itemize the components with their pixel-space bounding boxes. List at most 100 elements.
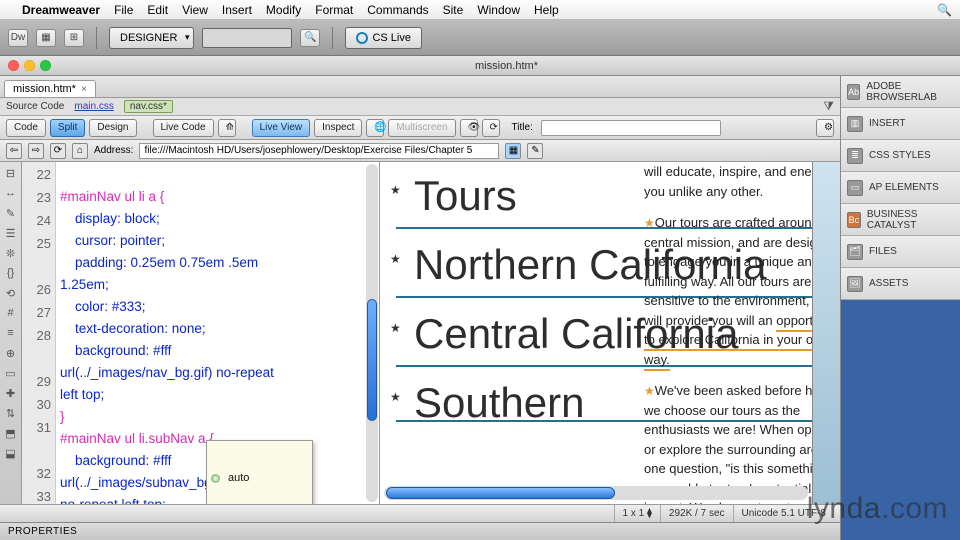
app-name[interactable]: Dreamweaver [22,3,100,17]
page-title-input[interactable] [541,120,721,136]
rail-icon[interactable]: ⟲ [4,286,18,300]
tab-label: mission.htm* [13,83,76,95]
cs-live-icon [356,32,368,44]
inspect-toggle-icon[interactable]: ⟰ [218,119,236,137]
code-vscrollbar[interactable] [366,164,378,502]
panel-ap[interactable]: ▭AP ELEMENTS [841,172,960,204]
rail-icon[interactable]: ✎ [4,206,18,220]
back-icon[interactable]: ⇦ [6,143,22,159]
tab-mission[interactable]: mission.htm* × [4,80,96,97]
panel-files[interactable]: 🗂FILES [841,236,960,268]
app-toolbar: Dw ▦ ⊞ DESIGNER 🔍 CS Live [0,20,960,56]
insert-icon: ▥ [847,116,863,132]
panel-dock: AbADOBE BROWSERLAB ▥INSERT ≣CSS STYLES ▭… [840,76,960,540]
refresh-addr-icon[interactable]: ⟳ [50,143,66,159]
related-file-nav[interactable]: nav.css* [124,100,173,113]
app-icon[interactable]: Dw [8,29,28,47]
filter-icon[interactable]: ⧩ [823,99,834,114]
rail-icon[interactable]: ⇅ [4,406,18,420]
menu-edit[interactable]: Edit [147,3,168,17]
rail-icon[interactable]: ↔ [4,186,18,200]
menu-window[interactable]: Window [477,3,520,17]
title-label: Title: [512,122,533,133]
browser-icon[interactable]: 🌐 [366,119,384,137]
rail-icon[interactable]: ≡ [4,326,18,340]
home-icon[interactable]: ⌂ [72,143,88,159]
panel-css[interactable]: ≣CSS STYLES [841,140,960,172]
address-input[interactable] [139,143,499,159]
rail-icon[interactable]: ⬒ [4,426,18,440]
rail-icon[interactable]: {} [4,266,18,280]
code-editor[interactable]: 2223242526272829303132333435 #mainNav ul… [22,162,380,504]
rail-icon[interactable]: ✚ [4,386,18,400]
scrollbar-thumb[interactable] [386,487,615,499]
document-tabs: mission.htm* × [0,76,840,98]
related-file-main[interactable]: main.css [74,101,113,112]
status-zoom[interactable]: 1 x 1 ⧫ [614,505,660,522]
layout-icon[interactable]: ▦ [36,29,56,47]
menu-insert[interactable]: Insert [222,3,252,17]
close-window-icon[interactable] [8,60,19,71]
code-text[interactable]: #mainNav ul li a { display: block; curso… [56,162,379,504]
rail-icon[interactable]: ⊟ [4,166,18,180]
assets-icon: 🖼 [847,276,863,292]
rail-icon[interactable]: ▭ [4,366,18,380]
status-encoding: Unicode 5.1 UTF-8 [733,505,834,522]
spotlight-icon[interactable]: 🔍 [937,3,952,17]
window-title: mission.htm* [61,60,952,72]
address-label: Address: [94,145,133,156]
extension-icon[interactable]: ⊞ [64,29,84,47]
rail-icon[interactable]: ⬓ [4,446,18,460]
menu-site[interactable]: Site [443,3,464,17]
search-icon[interactable]: 🔍 [300,29,320,47]
split-view-button[interactable]: Split [50,119,85,137]
source-code-link[interactable]: Source Code [6,101,64,112]
inspect-button[interactable]: Inspect [314,119,362,137]
close-tab-icon[interactable]: × [81,84,87,95]
menu-file[interactable]: File [114,3,133,17]
live-code-button[interactable]: Live Code [153,119,214,137]
multiscreen-button[interactable]: Multiscreen [388,119,455,137]
menu-commands[interactable]: Commands [367,3,428,17]
files-icon: 🗂 [847,244,863,260]
properties-panel-tab[interactable]: PROPERTIES [0,522,840,540]
rail-icon[interactable]: ❊ [4,246,18,260]
menu-view[interactable]: View [182,3,208,17]
refresh-icon[interactable]: ⟳ [482,119,500,137]
hint-item[interactable]: auto [228,471,249,485]
address-bar: ⇦ ⇨ ⟳ ⌂ Address: ▦ ✎ [0,140,840,162]
toolbar-search[interactable] [202,28,292,48]
rail-icon[interactable]: # [4,306,18,320]
options-icon[interactable]: ✎ [527,143,543,159]
visual-aids-icon[interactable]: 👁 [460,119,478,137]
related-files-bar: Source Code main.css nav.css* ⧩ [0,98,840,116]
status-bar: 1 x 1 ⧫ 292K / 7 sec Unicode 5.1 UTF-8 [0,504,840,522]
forward-icon[interactable]: ⇨ [28,143,44,159]
design-view-button[interactable]: Design [89,119,136,137]
live-view-pane[interactable]: Tours Northern California Central Califo… [380,162,840,504]
code-view-button[interactable]: Code [6,119,46,137]
scrollbar-thumb[interactable] [367,299,377,421]
workspace-dropdown[interactable]: DESIGNER [109,27,194,49]
live-hscrollbar[interactable] [384,486,808,500]
cs-live-button[interactable]: CS Live [345,27,422,49]
ap-icon: ▭ [847,180,863,196]
panel-browserlab[interactable]: AbADOBE BROWSERLAB [841,76,960,108]
panel-bc[interactable]: BcBUSINESS CATALYST [841,204,960,236]
panel-assets[interactable]: 🖼ASSETS [841,268,960,300]
rail-icon[interactable]: ☰ [4,226,18,240]
body-copy: will educate, inspire, and energize you … [644,162,840,504]
menu-format[interactable]: Format [315,3,353,17]
settings-icon[interactable]: ⚙ [816,119,834,137]
browserlab-icon: Ab [847,84,860,100]
zoom-window-icon[interactable] [40,60,51,71]
rail-icon[interactable]: ⊕ [4,346,18,360]
code-hint-popup[interactable]: auto inherit !important [206,440,313,504]
minimize-window-icon[interactable] [24,60,35,71]
menu-help[interactable]: Help [534,3,559,17]
live-view-button[interactable]: Live View [252,119,311,137]
panel-insert[interactable]: ▥INSERT [841,108,960,140]
os-menubar: Dreamweaver File Edit View Insert Modify… [0,0,960,20]
go-icon[interactable]: ▦ [505,143,521,159]
menu-modify[interactable]: Modify [266,3,301,17]
